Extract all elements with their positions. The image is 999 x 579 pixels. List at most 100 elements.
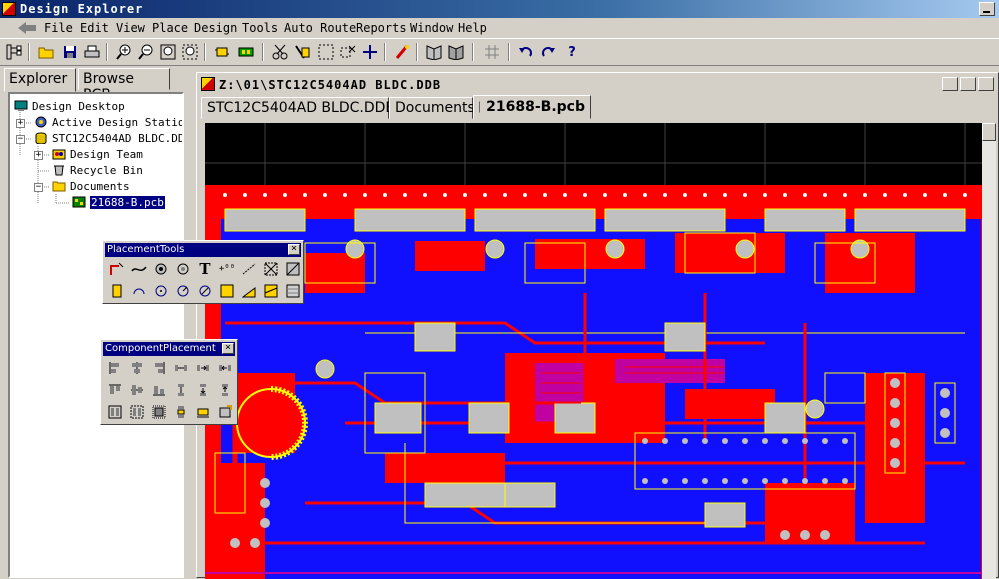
- help-icon[interactable]: ?: [562, 43, 582, 61]
- place-coordinate-icon[interactable]: +⁰⁰: [217, 259, 237, 279]
- placement-tools-title[interactable]: PlacementTools: [105, 243, 301, 257]
- placement-tools-close-button[interactable]: ×: [288, 244, 300, 255]
- pcb-canvas[interactable]: [205, 123, 985, 579]
- menu-design[interactable]: Design: [192, 21, 239, 35]
- deselect-icon[interactable]: [338, 43, 358, 61]
- document-title-bar: Z:\01\STC12C5404AD BLDC.DDB: [199, 75, 996, 93]
- tree-item-ddb[interactable]: STC12C5404AD BLDC.DDB: [34, 130, 184, 146]
- move-to-grid-icon[interactable]: [171, 402, 191, 422]
- arrange-outside-board-icon[interactable]: [149, 402, 169, 422]
- redo-icon[interactable]: [538, 43, 558, 61]
- menu-edit[interactable]: Edit: [78, 21, 111, 35]
- tab-explorer[interactable]: Explorer: [4, 68, 76, 92]
- place-fill-icon[interactable]: [217, 281, 237, 301]
- tab-browse-pcb[interactable]: Browse PCB: [78, 68, 170, 90]
- arc-center-icon[interactable]: [129, 281, 149, 301]
- arrange-in-room-icon[interactable]: [105, 402, 125, 422]
- arc-edge-icon[interactable]: [151, 281, 171, 301]
- place-room-icon[interactable]: [261, 259, 281, 279]
- split-plane-icon[interactable]: [261, 281, 281, 301]
- align-left-icon[interactable]: [105, 358, 125, 378]
- zoom-area-icon[interactable]: [158, 43, 178, 61]
- zoom-in-icon[interactable]: [114, 43, 134, 61]
- align-bottom-icon[interactable]: [149, 380, 169, 400]
- print-icon[interactable]: [82, 43, 102, 61]
- grid-icon[interactable]: [482, 43, 502, 61]
- place-polygon-plane-icon[interactable]: [283, 259, 303, 279]
- align-right-icon[interactable]: [149, 358, 169, 378]
- menu-file[interactable]: File: [42, 21, 75, 35]
- library-icon[interactable]: [424, 43, 444, 61]
- arc-any-angle-icon[interactable]: [173, 281, 193, 301]
- tree-item-active-station[interactable]: Active Design Station: [34, 114, 184, 130]
- menu-auto-route[interactable]: Auto Route: [282, 21, 358, 35]
- tab-documents[interactable]: Documents: [389, 97, 473, 119]
- arrange-in-rectangle-icon[interactable]: [127, 402, 147, 422]
- select-area-icon[interactable]: [316, 43, 336, 61]
- menu-place[interactable]: Place: [150, 21, 190, 35]
- reposition-component-icon[interactable]: [215, 402, 235, 422]
- cross-probe-icon[interactable]: [392, 43, 412, 61]
- collapse-documents[interactable]: −: [34, 183, 43, 192]
- place-dimension-icon[interactable]: [239, 259, 259, 279]
- menu-reports[interactable]: Reports: [354, 21, 409, 35]
- app-title-bar: Design Explorer: [0, 0, 999, 18]
- expand-design-team[interactable]: +: [34, 151, 43, 160]
- group-align-icon[interactable]: [193, 402, 213, 422]
- document-window: Z:\01\STC12C5404AD BLDC.DDB STC12C5404AD…: [196, 72, 999, 578]
- menu-help[interactable]: Help: [456, 21, 489, 35]
- expand-active-station[interactable]: +: [16, 119, 25, 128]
- place-pad-icon[interactable]: [151, 259, 171, 279]
- open-folder-icon[interactable]: [36, 43, 56, 61]
- collapse-ddb[interactable]: −: [16, 135, 25, 144]
- tree-item-documents[interactable]: Documents: [52, 178, 130, 194]
- tree-item-design-team[interactable]: Design Team: [52, 146, 143, 162]
- minimize-button[interactable]: [979, 2, 995, 16]
- interactive-routing-icon[interactable]: [107, 259, 127, 279]
- align-horizontal-center-icon[interactable]: [127, 358, 147, 378]
- component-placement-close-button[interactable]: ×: [222, 343, 234, 354]
- explorer-toggle-icon[interactable]: [4, 43, 24, 61]
- space-vertical-increase-icon[interactable]: [193, 380, 213, 400]
- doc-close-button[interactable]: [978, 77, 994, 91]
- tree-item-design-desktop[interactable]: Design Desktop: [14, 98, 125, 114]
- zoom-out-icon[interactable]: [136, 43, 156, 61]
- zoom-fit-icon[interactable]: [180, 43, 200, 61]
- paste-icon[interactable]: [292, 43, 312, 61]
- save-icon[interactable]: [60, 43, 80, 61]
- tab-pcb[interactable]: 21688-B.pcb: [473, 95, 591, 119]
- library-settings-icon[interactable]: [446, 43, 466, 61]
- menu-view[interactable]: View: [114, 21, 147, 35]
- tab-ddb[interactable]: STC12C5404AD BLDC.DDB: [201, 97, 389, 119]
- cut-icon[interactable]: [270, 43, 290, 61]
- tree-item-recycle-bin[interactable]: Recycle Bin: [52, 162, 143, 178]
- space-horizontal-decrease-icon[interactable]: [215, 358, 235, 378]
- component-placement-title[interactable]: ComponentPlacement: [103, 342, 235, 356]
- browse-component-icon[interactable]: [212, 43, 232, 61]
- place-component-icon[interactable]: [107, 281, 127, 301]
- system-menu-icon[interactable]: [14, 22, 36, 34]
- space-horizontal-increase-icon[interactable]: [193, 358, 213, 378]
- place-component-icon[interactable]: [236, 43, 256, 61]
- place-polygon-icon[interactable]: [239, 281, 259, 301]
- vertical-scrollbar[interactable]: [982, 123, 996, 579]
- pcb-file-icon: [72, 196, 86, 208]
- align-vertical-center-icon[interactable]: [127, 380, 147, 400]
- move-icon[interactable]: [360, 43, 380, 61]
- scroll-up-button[interactable]: [982, 123, 996, 141]
- space-vertical-decrease-icon[interactable]: [215, 380, 235, 400]
- place-via-icon[interactable]: [173, 259, 193, 279]
- place-string-icon[interactable]: T: [195, 259, 215, 279]
- doc-maximize-button[interactable]: [960, 77, 976, 91]
- place-keepout-icon[interactable]: [283, 281, 303, 301]
- undo-icon[interactable]: [516, 43, 536, 61]
- place-line-icon[interactable]: [129, 259, 149, 279]
- menu-tools[interactable]: Tools: [240, 21, 280, 35]
- tree-item-pcb-file[interactable]: 21688-B.pcb: [72, 194, 165, 210]
- align-top-icon[interactable]: [105, 380, 125, 400]
- full-circle-icon[interactable]: [195, 281, 215, 301]
- doc-minimize-button[interactable]: [942, 77, 958, 91]
- space-vertical-equal-icon[interactable]: [171, 380, 191, 400]
- space-horizontal-equal-icon[interactable]: [171, 358, 191, 378]
- menu-window[interactable]: Window: [408, 21, 455, 35]
